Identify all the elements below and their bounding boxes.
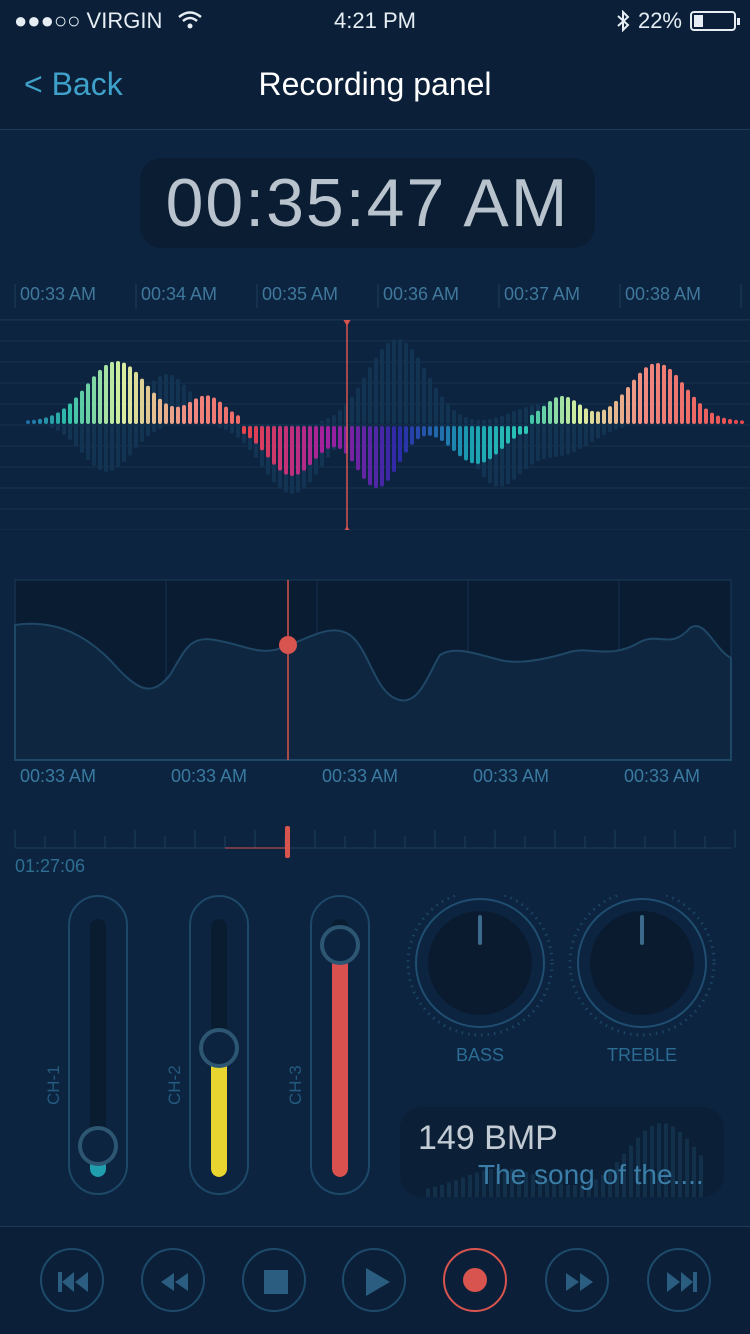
skip-forward-icon (667, 1272, 697, 1292)
ch2-slider-knob[interactable] (199, 1028, 239, 1068)
bpm-display: 149 BMP (418, 1119, 558, 1157)
fast-forward-icon (566, 1273, 593, 1291)
rewind-icon (161, 1273, 188, 1291)
ch3-slider-knob[interactable] (320, 925, 360, 965)
ch3-level-fill (332, 945, 348, 1177)
now-playing-card[interactable]: 149 BMP The song of the.... (400, 1107, 724, 1197)
bluetooth-icon (617, 10, 630, 32)
waveform-visualizer[interactable] (0, 320, 750, 530)
playhead-bottom-marker[interactable] (341, 526, 353, 530)
timeline-label: 00:37 AM (504, 284, 581, 304)
nav-bar: < Back Recording panel (0, 42, 750, 130)
waveform-timeline: 00:33 AM 00:34 AM 00:35 AM 00:36 AM 00:3… (0, 280, 750, 321)
battery-icon (690, 11, 740, 31)
timeline-label: 00:36 AM (383, 284, 460, 304)
song-title: The song of the.... (478, 1159, 704, 1190)
ch3-label: CH-3 (286, 1065, 305, 1105)
skip-back-icon (58, 1272, 88, 1292)
envelope-time-label: 00:33 AM (624, 766, 701, 786)
bass-label: BASS (455, 1045, 505, 1065)
timeline-label: 00:34 AM (141, 284, 218, 304)
battery-percent: 22% (637, 8, 682, 33)
timeline-label: 00:35 AM (262, 284, 339, 304)
position-time: 01:27:06 (15, 856, 86, 876)
record-button[interactable] (443, 1248, 507, 1312)
stop-icon (264, 1270, 288, 1294)
recording-panel: 00:35:47 AM 00:33 AM 00:34 AM 00:35 AM 0… (0, 130, 750, 1226)
ch1-label: CH-1 (44, 1065, 63, 1105)
position-scrubber[interactable] (0, 810, 750, 870)
status-bar: ●●●○○ VIRGIN 4:21 PM 22% (0, 0, 750, 42)
ch3-slider[interactable] (310, 895, 370, 1195)
treble-label: TREBLE (606, 1045, 678, 1065)
ch2-label: CH-2 (165, 1065, 184, 1105)
envelope-time-label: 00:33 AM (322, 766, 399, 786)
treble-knob[interactable] (567, 889, 717, 1045)
bass-knob[interactable] (405, 889, 555, 1045)
play-icon (366, 1268, 390, 1296)
record-icon (463, 1268, 487, 1292)
play-button[interactable] (342, 1248, 406, 1312)
current-time-display: 00:35:47 AM (140, 158, 595, 248)
scrubber-handle[interactable] (285, 826, 290, 858)
stop-button[interactable] (242, 1248, 306, 1312)
skip-back-button[interactable] (40, 1248, 104, 1312)
playhead-top-marker[interactable] (341, 320, 353, 326)
ch1-slider-knob[interactable] (78, 1126, 118, 1166)
timeline-label: 00:38 AM (625, 284, 702, 304)
transport-controls (0, 1226, 750, 1334)
envelope-time-label: 00:33 AM (473, 766, 550, 786)
envelope-time-label: 00:33 AM (20, 766, 97, 786)
timeline-label: 00:33 AM (20, 284, 97, 304)
ch1-slider[interactable] (68, 895, 128, 1195)
skip-forward-button[interactable] (647, 1248, 711, 1312)
page-title: Recording panel (258, 66, 492, 102)
rewind-button[interactable] (141, 1248, 205, 1312)
fast-forward-button[interactable] (545, 1248, 609, 1312)
envelope-time-label: 00:33 AM (171, 766, 248, 786)
ch2-slider[interactable] (189, 895, 249, 1195)
envelope-marker[interactable] (279, 636, 297, 654)
